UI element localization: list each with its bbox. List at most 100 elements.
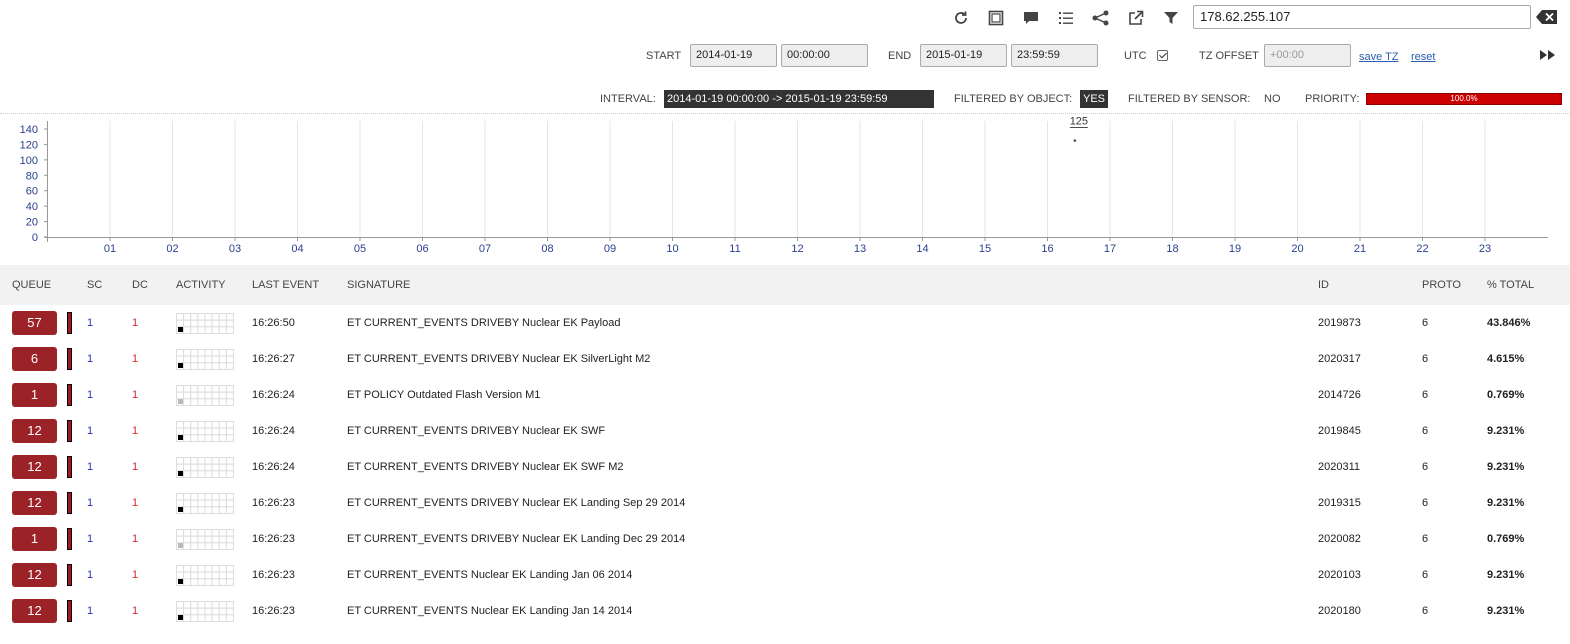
header-last-event[interactable]: LAST EVENT xyxy=(252,265,319,305)
queue-button[interactable]: 1 xyxy=(12,527,57,551)
activity-cell xyxy=(211,601,220,609)
table-row[interactable]: 12 1 1 16:26:23 ET CURRENT_EVENTS DRIVEBY Nu… xyxy=(0,485,1570,521)
queue-button[interactable]: 12 xyxy=(12,599,57,623)
signature-text[interactable]: ET POLICY Outdated Flash Version M1 xyxy=(347,377,540,413)
external-link-icon[interactable] xyxy=(1126,8,1146,28)
dc-link[interactable]: 1 xyxy=(132,305,138,341)
sc-link[interactable]: 1 xyxy=(87,449,93,485)
list-icon[interactable] xyxy=(1056,8,1076,28)
dc-link[interactable]: 1 xyxy=(132,593,138,629)
sc-link[interactable]: 1 xyxy=(87,557,93,593)
signature-text[interactable]: ET CURRENT_EVENTS Nuclear EK Landing Jan… xyxy=(347,557,632,593)
header-activity[interactable]: ACTIVITY xyxy=(176,265,226,305)
activity-cell xyxy=(211,349,220,357)
table-row[interactable]: 57 1 1 16:26:50 ET CURRENT_EVENTS DRIVEBY Nu… xyxy=(0,305,1570,341)
activity-cell xyxy=(211,391,220,400)
activity-cell xyxy=(197,470,206,478)
table-row[interactable]: 12 1 1 16:26:23 ET CURRENT_EVENTS Nuclear EK… xyxy=(0,593,1570,629)
queue-button[interactable]: 12 xyxy=(12,563,57,587)
table-row[interactable]: 6 1 1 16:26:27 ET CURRENT_EVENTS DRIVEBY Nuc… xyxy=(0,341,1570,377)
activity-cell xyxy=(176,493,185,501)
last-event-time: 16:26:23 xyxy=(252,605,295,617)
queue-button[interactable]: 12 xyxy=(12,419,57,443)
dc-link[interactable]: 1 xyxy=(132,485,138,521)
queue-button[interactable]: 12 xyxy=(12,455,57,479)
sc-link[interactable]: 1 xyxy=(87,341,93,377)
activity-cell xyxy=(190,493,199,501)
divider xyxy=(0,113,1570,114)
activity-cell xyxy=(176,319,185,328)
activity-cell xyxy=(204,565,213,573)
activity-cell xyxy=(176,355,185,364)
filtered-sensor-label: FILTERED BY SENSOR: xyxy=(1128,93,1251,105)
timeline-chart[interactable]: 01 02 03 04 05 06 07 08 09 10 11 12 13 14 15 16 17 18 19 20… xyxy=(0,116,1570,260)
comment-icon[interactable] xyxy=(1021,8,1041,28)
signature-text[interactable]: ET CURRENT_EVENTS Nuclear EK Landing Jan… xyxy=(347,593,632,629)
signature-text[interactable]: ET CURRENT_EVENTS DRIVEBY Nuclear EK Lan… xyxy=(347,521,685,557)
dc-link[interactable]: 1 xyxy=(132,449,138,485)
sc-link[interactable]: 1 xyxy=(87,413,93,449)
table-row[interactable]: 12 1 1 16:26:23 ET CURRENT_EVENTS Nuclear EK… xyxy=(0,557,1570,593)
save-tz-link[interactable]: save TZ xyxy=(1359,44,1399,70)
activity-mark xyxy=(178,399,183,404)
start-date-input[interactable]: 2014-01-19 xyxy=(690,44,777,67)
search-input[interactable]: 178.62.255.107 xyxy=(1193,5,1531,29)
sc-link[interactable]: 1 xyxy=(87,485,93,521)
activity-sparkline xyxy=(176,529,234,550)
signature-id: 2019315 xyxy=(1318,497,1361,509)
fullscreen-icon[interactable] xyxy=(986,8,1006,28)
graph-icon[interactable] xyxy=(1091,8,1111,28)
header-proto[interactable]: PROTO xyxy=(1422,265,1461,305)
sc-link[interactable]: 1 xyxy=(87,305,93,341)
dc-link[interactable]: 1 xyxy=(132,413,138,449)
signature-text[interactable]: ET CURRENT_EVENTS DRIVEBY Nuclear EK SWF… xyxy=(347,449,624,485)
table-row[interactable]: 12 1 1 16:26:24 ET CURRENT_EVENTS DRIVEBY Nu… xyxy=(0,449,1570,485)
proto-value: 6 xyxy=(1422,425,1429,437)
utc-checkbox[interactable] xyxy=(1157,50,1168,61)
dc-link[interactable]: 1 xyxy=(132,341,138,377)
table-row[interactable]: 1 1 1 16:26:23 ET CURRENT_EVENTS DRIVEBY Nuc… xyxy=(0,521,1570,557)
table-row[interactable]: 1 1 1 16:26:24 ET POLICY Outdated Flash Vers… xyxy=(0,377,1570,413)
table-row[interactable]: 12 1 1 16:26:24 ET CURRENT_EVENTS DRIVEBY Nu… xyxy=(0,413,1570,449)
header-id[interactable]: ID xyxy=(1318,265,1329,305)
signature-text[interactable]: ET CURRENT_EVENTS DRIVEBY Nuclear EK Sil… xyxy=(347,341,650,377)
activity-cell xyxy=(204,355,213,364)
activity-cell xyxy=(190,535,199,544)
dc-link[interactable]: 1 xyxy=(132,521,138,557)
header-sc[interactable]: SC xyxy=(87,265,102,305)
signature-text[interactable]: ET CURRENT_EVENTS DRIVEBY Nuclear EK SWF xyxy=(347,413,605,449)
tz-offset-input[interactable]: +00:00 xyxy=(1264,44,1351,67)
end-label: END xyxy=(888,50,912,62)
activity-cell xyxy=(197,614,206,622)
start-time-input[interactable]: 00:00:00 xyxy=(781,44,868,67)
signature-text[interactable]: ET CURRENT_EVENTS DRIVEBY Nuclear EK Pay… xyxy=(347,305,620,341)
filtered-object-label: FILTERED BY OBJECT: xyxy=(954,93,1073,105)
header-queue[interactable]: QUEUE xyxy=(12,265,51,305)
signature-text[interactable]: ET CURRENT_EVENTS DRIVEBY Nuclear EK Lan… xyxy=(347,485,685,521)
header-signature[interactable]: SIGNATURE xyxy=(347,265,410,305)
queue-button[interactable]: 57 xyxy=(12,311,57,335)
clear-search-icon[interactable] xyxy=(1536,9,1558,25)
dc-link[interactable]: 1 xyxy=(132,557,138,593)
activity-cell xyxy=(190,542,199,550)
activity-cell xyxy=(225,362,234,370)
activity-cell xyxy=(211,578,220,586)
fast-forward-icon[interactable] xyxy=(1539,49,1557,64)
header-dc[interactable]: DC xyxy=(132,265,148,305)
activity-cell xyxy=(204,457,213,465)
end-date-input[interactable]: 2015-01-19 xyxy=(920,44,1007,67)
sc-link[interactable]: 1 xyxy=(87,521,93,557)
dc-link[interactable]: 1 xyxy=(132,377,138,413)
reset-link[interactable]: reset xyxy=(1411,44,1435,70)
refresh-icon[interactable] xyxy=(951,8,971,28)
sc-link[interactable]: 1 xyxy=(87,593,93,629)
activity-cell xyxy=(204,362,213,370)
sc-link[interactable]: 1 xyxy=(87,377,93,413)
activity-cell xyxy=(197,463,206,472)
queue-button[interactable]: 1 xyxy=(12,383,57,407)
queue-button[interactable]: 6 xyxy=(12,347,57,371)
queue-button[interactable]: 12 xyxy=(12,491,57,515)
end-time-input[interactable]: 23:59:59 xyxy=(1011,44,1098,67)
header-total[interactable]: % TOTAL xyxy=(1487,265,1534,305)
filter-icon[interactable] xyxy=(1161,8,1181,28)
